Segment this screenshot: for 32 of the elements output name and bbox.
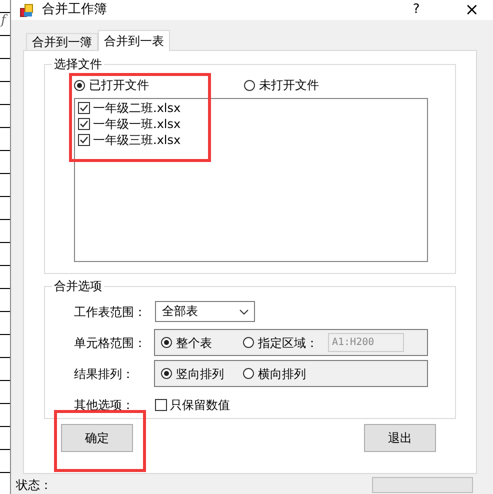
field-label: 工作表范围： (74, 304, 147, 318)
workbook-icon (20, 4, 33, 16)
button[interactable]: 确定 (61, 424, 133, 452)
field-label: 单元格范围： (74, 336, 147, 350)
formula-label: f (1, 14, 6, 28)
radio-button[interactable]: 横向排列 (243, 366, 325, 380)
close-button[interactable]: × (464, 2, 479, 18)
file-name[interactable]: 一年级二班.xlsx (93, 101, 181, 115)
radio-button[interactable]: 竖向排列 (161, 366, 243, 380)
button[interactable]: 退出 (364, 424, 436, 452)
file-name[interactable]: 一年级一班.xlsx (93, 117, 181, 131)
radio-button[interactable]: 指定区域： (243, 336, 325, 350)
radio-button[interactable]: 整个表 (161, 336, 243, 350)
checkbox[interactable] (78, 118, 90, 130)
tab[interactable]: 合并到一簿 (26, 33, 98, 50)
window-title: 合并工作簿 (42, 3, 108, 17)
checkbox[interactable] (78, 134, 90, 146)
chevron-down-icon (239, 308, 249, 314)
group-title: 合并选项 (52, 279, 104, 293)
tab[interactable]: 合并到一表 (98, 30, 170, 51)
radio-button[interactable]: 未打开文件 (244, 78, 414, 92)
group-title: 选择文件 (52, 57, 104, 71)
status-label: 状态： (16, 478, 52, 492)
checkbox[interactable] (78, 102, 90, 114)
file-name[interactable]: 一年级三班.xlsx (93, 133, 181, 147)
checkbox[interactable] (155, 398, 167, 410)
help-button[interactable]: ? (412, 3, 420, 17)
radio-button[interactable]: 已打开文件 (74, 78, 244, 92)
file-list[interactable]: 一年级二班.xlsx 一年级一班.xlsx 一年级三班.xlsx (74, 98, 428, 262)
field-label: 结果排列： (74, 366, 135, 380)
dropdown[interactable]: 全部表 (155, 301, 255, 322)
checkbox-option[interactable]: 只保留数值 (155, 398, 230, 412)
